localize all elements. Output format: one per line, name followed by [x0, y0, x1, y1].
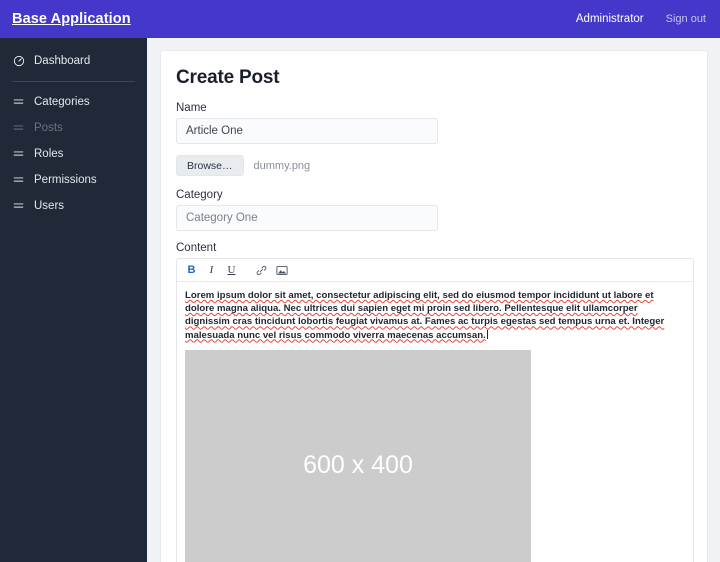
sidebar-item-label: Permissions	[34, 173, 97, 186]
sidebar-item-permissions[interactable]: Permissions	[0, 167, 147, 192]
create-post-card: Create Post Name Article One Browse… dum…	[160, 50, 708, 562]
content-field-label: Content	[176, 242, 217, 254]
italic-button[interactable]: I	[203, 262, 220, 279]
sidebar-item-posts[interactable]: Posts	[0, 115, 147, 140]
gauge-icon	[12, 54, 25, 67]
image-icon	[275, 265, 288, 276]
rich-text-editor: B I U Lorem ipsum dolor sit amet, consec…	[176, 258, 694, 562]
category-field-label: Category	[176, 189, 223, 201]
top-header-bar: Base Application Administrator Sign out	[0, 0, 720, 38]
sidebar-item-categories[interactable]: Categories	[0, 89, 147, 114]
category-input[interactable]: Category One	[176, 205, 438, 231]
content-image-placeholder[interactable]: 600 x 400	[185, 349, 531, 562]
app-brand-link[interactable]: Base Application	[12, 11, 131, 27]
image-placeholder-label: 600 x 400	[303, 450, 413, 479]
list-icon	[12, 173, 25, 186]
selected-file-name: dummy.png	[253, 159, 311, 172]
list-icon	[12, 147, 25, 160]
underline-button[interactable]: U	[223, 262, 240, 279]
page-title: Create Post	[176, 67, 280, 88]
content-paragraph-one: Lorem ipsum dolor sit amet, consectetur …	[185, 290, 665, 341]
sign-out-link[interactable]: Sign out	[666, 13, 706, 25]
editor-toolbar: B I U	[177, 259, 693, 282]
bold-button[interactable]: B	[183, 262, 200, 279]
name-field-label: Name	[176, 102, 207, 114]
sidebar-item-roles[interactable]: Roles	[0, 141, 147, 166]
sidebar-nav: Dashboard Categories Posts Roles Permiss…	[0, 38, 147, 562]
editor-content-area[interactable]: Lorem ipsum dolor sit amet, consectetur …	[177, 282, 693, 562]
sidebar-item-label: Categories	[34, 95, 90, 108]
name-input[interactable]: Article One	[176, 118, 438, 144]
sidebar-item-label: Dashboard	[34, 54, 91, 67]
browse-button[interactable]: Browse…	[176, 155, 244, 176]
list-icon	[12, 121, 25, 134]
sidebar-item-group: Categories Posts Roles Permissions Users	[0, 89, 147, 218]
header-right-group: Administrator Sign out	[576, 13, 706, 25]
sidebar-divider	[12, 81, 135, 82]
link-button[interactable]	[253, 262, 270, 279]
main-content-area: Create Post Name Article One Browse… dum…	[147, 38, 720, 562]
list-icon	[12, 95, 25, 108]
sidebar-item-label: Users	[34, 199, 65, 212]
current-user-label: Administrator	[575, 13, 644, 25]
list-icon	[12, 199, 25, 212]
sidebar-item-label: Posts	[34, 121, 63, 134]
text-caret	[486, 329, 488, 339]
image-button[interactable]	[273, 262, 290, 279]
link-icon	[256, 265, 267, 276]
sidebar-item-dashboard[interactable]: Dashboard	[0, 48, 147, 73]
file-upload-row: Browse… dummy.png	[176, 155, 689, 176]
sidebar-item-label: Roles	[34, 147, 64, 160]
sidebar-item-users[interactable]: Users	[0, 193, 147, 218]
